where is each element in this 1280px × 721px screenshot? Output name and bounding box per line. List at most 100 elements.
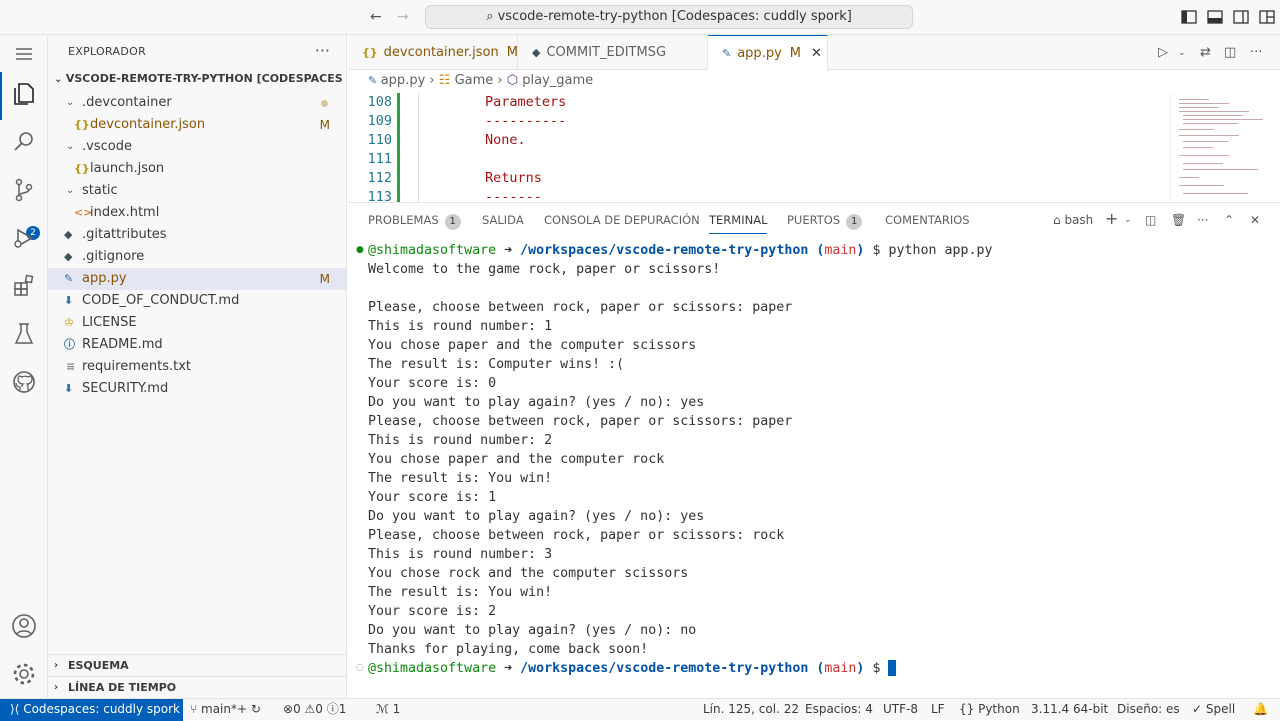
tab-terminal[interactable]: TERMINAL [709, 213, 768, 234]
tree-item-devcontainer-json[interactable]: {} devcontainer.json M [48, 114, 346, 136]
terminal-line: Do you want to play again? (yes / no): y… [368, 395, 705, 410]
indentation[interactable]: Espacios: 4 [805, 699, 873, 720]
run-icon[interactable]: ▷ [1158, 45, 1168, 60]
timeline-section[interactable]: › LÍNEA DE TIEMPO [48, 676, 347, 698]
settings-gear-icon[interactable] [10, 660, 38, 688]
search-icon[interactable] [10, 128, 38, 156]
menu-icon[interactable] [10, 40, 38, 68]
more-actions-icon[interactable]: ··· [1250, 45, 1262, 60]
ports-indicator[interactable]: ℳ 1 [376, 699, 400, 720]
license-file-icon: ♔ [64, 316, 74, 329]
breadcrumb-class[interactable]: Game [455, 73, 494, 88]
python-file-icon: ✎ [368, 74, 381, 87]
account-icon[interactable] [10, 612, 38, 640]
prompt-paren: ) [856, 243, 865, 258]
breadcrumb-function[interactable]: play_game [522, 73, 593, 88]
more-actions-icon[interactable]: ··· [1197, 213, 1208, 227]
back-arrow-icon[interactable]: ← [370, 9, 382, 25]
forward-arrow-icon[interactable]: → [397, 9, 409, 25]
tab-problems[interactable]: PROBLEMAS 1 [368, 213, 461, 230]
tree-item-vscode-folder[interactable]: ⌄ .vscode [48, 136, 346, 158]
tree-item-security[interactable]: ⬇ SECURITY.md [48, 378, 346, 400]
terminal-line: You chose paper and the computer scissor… [368, 338, 697, 353]
tree-item-devcontainer-folder[interactable]: ⌄ .devcontainer [48, 92, 346, 114]
outline-section[interactable]: › ESQUEMA [48, 654, 347, 676]
minimap[interactable] [1170, 93, 1270, 202]
tree-item-code-of-conduct[interactable]: ⬇ CODE_OF_CONDUCT.md [48, 290, 346, 312]
command-center-search[interactable]: ⌕ vscode-remote-try-python [Codespaces: … [425, 5, 913, 29]
toggle-secondary-sidebar-icon[interactable] [1232, 8, 1250, 26]
tab-ports[interactable]: PUERTOS 1 [787, 213, 863, 230]
breadcrumb: ✎ app.py › ☷ Game › ⬡ play_game [368, 73, 593, 88]
split-terminal-icon[interactable]: ◫ [1145, 213, 1156, 227]
maximize-panel-icon[interactable]: ⌃ [1224, 213, 1234, 227]
trash-icon[interactable]: 🗑 [1171, 213, 1186, 227]
chevron-down-icon[interactable]: ⌄ [1124, 215, 1132, 225]
testing-icon[interactable] [10, 320, 38, 348]
remote-indicator[interactable]: ⟩⟨ Codespaces: cuddly spork [0, 699, 183, 721]
class-icon: ☷ [438, 73, 455, 88]
tab-commit-editmsg[interactable]: ◆ COMMIT_EDITMSG [518, 35, 708, 70]
tab-app-py[interactable]: ✎ app.py M ✕ [708, 35, 828, 71]
close-panel-icon[interactable]: ✕ [1250, 213, 1260, 227]
tab-output[interactable]: SALIDA [482, 213, 524, 227]
breadcrumb-file[interactable]: app.py [381, 73, 426, 88]
braces-icon: {} [959, 702, 979, 716]
tree-item-static-folder[interactable]: ⌄ static [48, 180, 346, 202]
terminal-shell-selector[interactable]: ⌂ bash [1053, 213, 1093, 227]
shell-label: bash [1064, 213, 1094, 227]
split-editor-icon[interactable]: ◫ [1224, 45, 1236, 60]
tree-item-readme[interactable]: ⓘ README.md [48, 334, 346, 356]
editor-tabs: {} devcontainer.json M ◆ COMMIT_EDITMSG ✎ ap… [348, 35, 1280, 71]
tab-debug-console[interactable]: CONSOLA DE DEPURACIÓN [544, 213, 700, 227]
terminal-line: Please, choose between rock, paper or sc… [368, 300, 793, 315]
tree-item-gitignore[interactable]: ◆ .gitignore [48, 246, 346, 268]
spell-check[interactable]: ✓ Spell [1192, 699, 1235, 720]
more-actions-icon[interactable]: ··· [315, 41, 330, 60]
command-decoration-icon[interactable]: ● [356, 245, 364, 255]
chevron-down-icon[interactable]: ⌄ [1178, 48, 1186, 58]
count-badge: 1 [444, 214, 461, 230]
prompt-paren: ) [856, 661, 865, 676]
branch-indicator[interactable]: ⑂ main*+ ↻ [190, 699, 261, 720]
tab-devcontainer-json[interactable]: {} devcontainer.json M [348, 35, 518, 70]
customize-layout-icon[interactable] [1258, 8, 1276, 26]
tree-item-requirements[interactable]: ≡ requirements.txt [48, 356, 346, 378]
terminal-line: Thanks for playing, come back soon! [368, 642, 649, 657]
source-control-icon[interactable] [10, 176, 38, 204]
info-icon: ⓘ [326, 702, 339, 716]
encoding[interactable]: UTF-8 [883, 699, 918, 720]
run-debug-icon[interactable] [10, 224, 38, 252]
end-of-line[interactable]: LF [931, 699, 945, 720]
problems-indicator[interactable]: ⊗0 ⚠0 ⓘ1 [283, 699, 346, 720]
tab-label: devcontainer.json [383, 45, 499, 60]
explorer-icon[interactable] [10, 80, 38, 108]
text-file-icon: ≡ [66, 360, 76, 373]
tree-item-gitattributes[interactable]: ◆ .gitattributes [48, 224, 346, 246]
extensions-icon[interactable] [10, 272, 38, 300]
keyboard-layout[interactable]: Diseño: es [1117, 699, 1180, 720]
python-interpreter[interactable]: 3.11.4 64-bit [1031, 699, 1108, 720]
cursor-position[interactable]: Lín. 125, col. 22 [703, 699, 799, 720]
command-decoration-icon[interactable]: ○ [356, 663, 364, 673]
tree-item-launch-json[interactable]: {} launch.json [48, 158, 346, 180]
tree-item-app-py[interactable]: ✎ app.py M [48, 268, 346, 290]
close-icon[interactable]: ✕ [811, 46, 822, 61]
github-icon[interactable] [10, 368, 38, 396]
tree-item-index-html[interactable]: <> index.html [48, 202, 346, 224]
workspace-root[interactable]: ⌄ VSCODE-REMOTE-TRY-PYTHON [CODESPACES: … [54, 72, 344, 85]
tab-comments[interactable]: COMENTARIOS [885, 213, 970, 227]
toggle-sidebar-icon[interactable] [1180, 8, 1198, 26]
tree-item-license[interactable]: ♔ LICENSE [48, 312, 346, 334]
activity-bar: 2 [0, 35, 48, 698]
terminal-line: The result is: You win! [368, 471, 553, 486]
line-number: 109 [367, 113, 392, 129]
open-changes-icon[interactable]: ⇄ [1200, 45, 1211, 60]
new-terminal-icon[interactable]: + [1105, 209, 1118, 228]
code-view[interactable]: 108 Parameters 109 ---------- 110 None. 111… [348, 93, 1168, 202]
toggle-panel-icon[interactable] [1206, 8, 1224, 26]
line-number: 108 [367, 94, 392, 110]
language-mode[interactable]: {} Python [959, 699, 1020, 720]
warning-icon: ⚠ [304, 702, 316, 716]
notifications-bell-icon[interactable]: 🔔 [1253, 699, 1268, 720]
